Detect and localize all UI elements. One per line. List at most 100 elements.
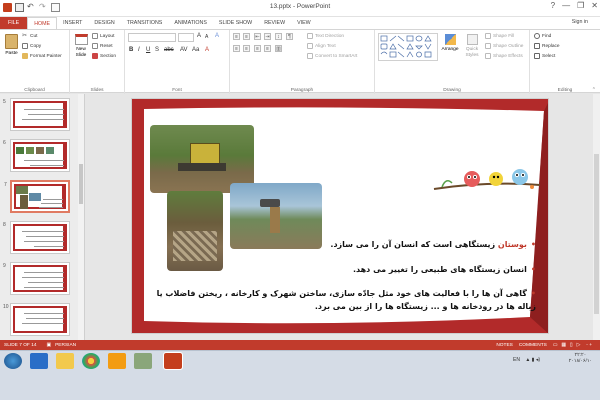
tab-animations[interactable]: ANIMATIONS xyxy=(168,17,213,29)
clear-formatting-button[interactable]: A xyxy=(215,33,219,39)
justify-button[interactable]: ≡ xyxy=(264,45,271,52)
slide-sorter-icon[interactable]: ▦ xyxy=(561,343,566,348)
change-case-button[interactable]: Aa xyxy=(192,47,199,53)
notes-button[interactable]: NOTES xyxy=(496,343,513,348)
change-case-icon: Aa xyxy=(192,47,200,53)
scroll-thumb[interactable] xyxy=(594,154,599,314)
reading-view-icon[interactable]: ▯ xyxy=(570,343,573,348)
slideshow-view-icon[interactable]: ▷ xyxy=(577,343,581,348)
bullet-2[interactable]: •انسان زیستگاه های طبیعی را تغییر می دهد… xyxy=(316,263,536,276)
slide-thumbnail-selected[interactable]: 7 xyxy=(4,180,70,213)
tab-insert[interactable]: INSERT xyxy=(57,17,88,29)
layout-button[interactable]: Layout xyxy=(92,33,114,39)
taskbar-chrome-icon[interactable] xyxy=(82,353,100,369)
decrease-indent-button[interactable]: ⇤ xyxy=(254,33,261,40)
slide-thumbnail[interactable]: 6 xyxy=(3,139,70,172)
section-button[interactable]: Section xyxy=(92,53,116,59)
scroll-thumb[interactable] xyxy=(79,164,83,204)
numbering-button[interactable]: ≡ xyxy=(243,33,250,40)
strikethrough-button[interactable]: abc xyxy=(164,47,174,53)
shape-effects-button[interactable]: Shape Effects xyxy=(485,53,523,59)
minimize-button[interactable]: — xyxy=(562,1,570,10)
tab-slide-show[interactable]: SLIDE SHOW xyxy=(213,17,258,29)
shapes-gallery[interactable] xyxy=(378,33,438,61)
language-bar[interactable]: EN xyxy=(513,357,520,363)
reset-button[interactable]: Reset xyxy=(92,43,113,49)
quick-styles-icon xyxy=(466,34,478,45)
bullet-1[interactable]: •بوستان زیستگاهی است که انسان آن را می س… xyxy=(316,238,536,251)
select-button[interactable]: Select xyxy=(534,53,555,59)
normal-view-icon[interactable]: ▭ xyxy=(553,343,558,348)
find-button[interactable]: Find xyxy=(534,33,551,39)
paste-button[interactable]: Paste xyxy=(3,34,20,68)
thumbnail-image xyxy=(26,147,34,154)
increase-indent-button[interactable]: ⇥ xyxy=(264,33,271,40)
text-direction-button[interactable]: Text Direction xyxy=(307,33,344,39)
align-left-button[interactable]: ≡ xyxy=(233,45,240,52)
collapse-ribbon-icon[interactable]: ⌃ xyxy=(592,87,596,93)
shape-outline-button[interactable]: Shape Outline xyxy=(485,43,523,49)
slide-thumbnail[interactable]: 9 xyxy=(3,262,70,295)
slide-canvas[interactable]: •بوستان زیستگاهی است که انسان آن را می س… xyxy=(131,98,549,334)
align-right-button[interactable]: ≡ xyxy=(254,45,261,52)
tab-review[interactable]: REVIEW xyxy=(258,17,291,29)
slide-thumbnail[interactable]: 5 xyxy=(3,98,70,131)
bullets-button[interactable]: ≡ xyxy=(233,33,240,40)
tray-icons[interactable]: ▲ ▮ ◂) xyxy=(525,357,540,363)
photo-trash[interactable] xyxy=(167,191,223,271)
font-name-dropdown[interactable] xyxy=(128,33,176,42)
taskbar-powerpoint-icon[interactable] xyxy=(163,352,183,370)
taskbar-explorer-icon[interactable] xyxy=(56,353,74,369)
sign-in-link[interactable]: Sign in xyxy=(572,19,588,25)
font-size-dropdown[interactable] xyxy=(178,33,194,42)
grow-font-button[interactable]: A xyxy=(197,33,201,39)
taskbar-ie-icon[interactable] xyxy=(30,353,48,369)
align-center-button[interactable]: ≡ xyxy=(243,45,250,52)
rtl-button[interactable]: ¶ xyxy=(286,33,293,40)
new-slide-button[interactable]: New Slide xyxy=(72,34,90,59)
char-spacing-button[interactable]: AV xyxy=(180,47,188,53)
comments-button[interactable]: COMMENTS xyxy=(519,343,547,348)
bold-button[interactable]: B xyxy=(129,47,133,53)
clock[interactable]: ۲۲:۲۰ ۲۰۱۸/۰۶/۱۰ xyxy=(569,353,592,365)
copy-button[interactable]: Copy xyxy=(22,43,41,49)
shrink-font-button[interactable]: A xyxy=(205,34,208,40)
shadow-button[interactable]: S xyxy=(155,47,159,53)
columns-button[interactable]: ▥ xyxy=(275,45,282,52)
italic-button[interactable]: I xyxy=(138,47,140,53)
quick-styles-button[interactable]: Quick Styles xyxy=(462,34,482,59)
taskbar-media-icon[interactable] xyxy=(108,353,126,369)
zoom-slider[interactable]: - + xyxy=(586,343,592,348)
restore-button[interactable]: ❐ xyxy=(577,1,584,10)
convert-smartart-button[interactable]: Convert to SmartArt xyxy=(307,53,357,59)
align-text-button[interactable]: Align Text xyxy=(307,43,336,49)
start-button[interactable] xyxy=(4,353,22,369)
close-button[interactable]: ✕ xyxy=(591,1,598,10)
bullet-1-text: زیستگاهی است که انسان آن را می سازد. xyxy=(330,240,498,249)
shape-fill-button[interactable]: Shape Fill xyxy=(485,33,514,39)
slide-thumbnail[interactable]: 10 xyxy=(3,303,70,336)
line-spacing-button[interactable]: ↕ xyxy=(275,33,282,40)
slide-thumbnail[interactable]: 8 xyxy=(3,221,70,254)
slide-scrollbar[interactable] xyxy=(593,94,600,340)
taskbar-folder-icon[interactable] xyxy=(134,353,152,369)
replace-button[interactable]: Replace xyxy=(534,43,560,49)
format-painter-button[interactable]: Format Painter xyxy=(22,53,62,59)
font-color-button[interactable]: A xyxy=(205,47,209,53)
align-text-label: Align Text xyxy=(315,43,336,49)
underline-button[interactable]: U xyxy=(146,47,150,53)
spellcheck-icon[interactable]: ▣ xyxy=(47,343,52,348)
trash-pile xyxy=(173,231,217,261)
thumbnail-scrollbar[interactable] xyxy=(78,94,84,340)
cut-button[interactable]: ✂ Cut xyxy=(22,33,37,39)
arrange-button[interactable]: Arrange xyxy=(440,34,460,52)
tab-home[interactable]: HOME xyxy=(27,17,58,29)
bullet-3[interactable]: •گاهی آن ها را با فعالیت های خود مثل جاد… xyxy=(146,287,536,313)
tab-transitions[interactable]: TRANSITIONS xyxy=(121,17,169,29)
tab-design[interactable]: DESIGN xyxy=(88,17,120,29)
photo-sewage[interactable] xyxy=(230,183,322,249)
language-indicator[interactable]: PERSIAN xyxy=(55,343,76,348)
tab-view[interactable]: VIEW xyxy=(291,17,317,29)
tab-file[interactable]: FILE xyxy=(0,17,28,29)
help-button[interactable]: ? xyxy=(551,1,555,10)
